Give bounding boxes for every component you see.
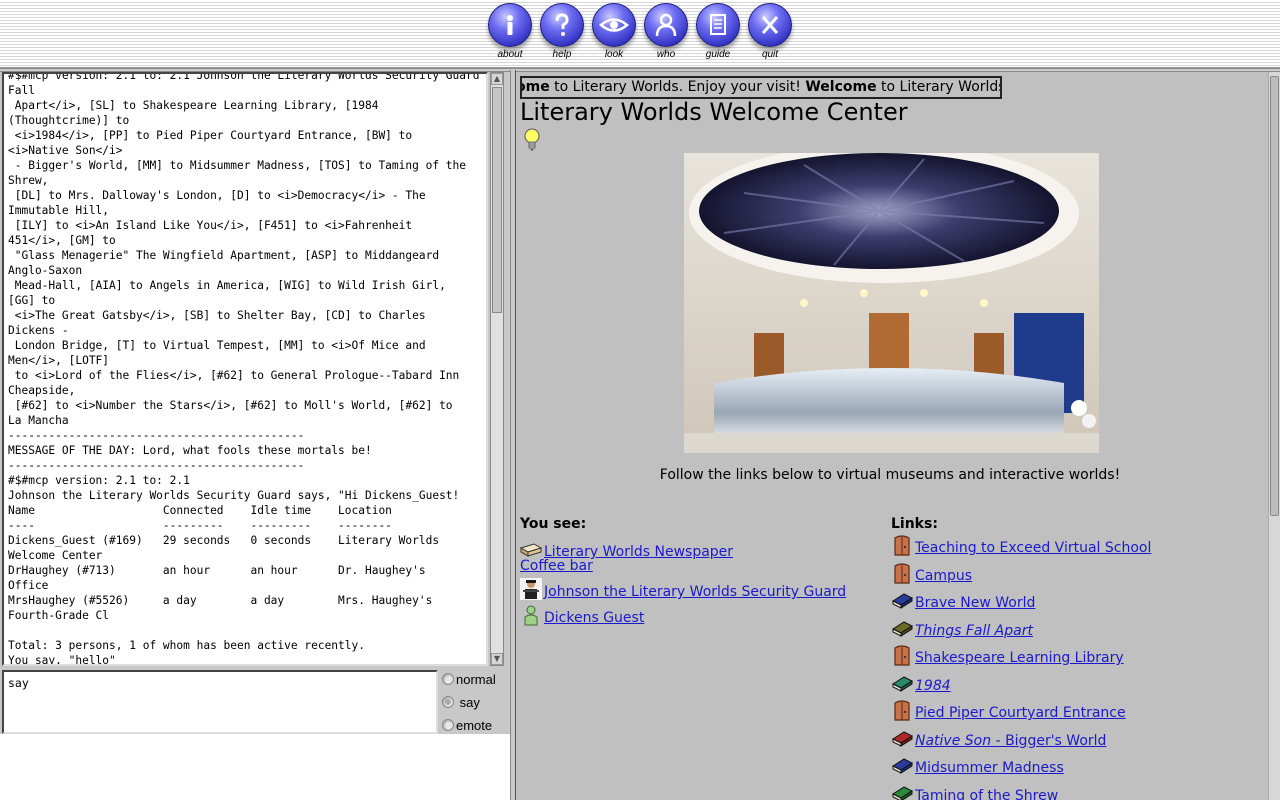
book-icon [891, 758, 913, 774]
ticker-part: to Literary Worlds. Enjoy your visit! [549, 79, 806, 95]
help-button[interactable]: help [538, 3, 586, 63]
about-label: about [497, 49, 523, 60]
welcome-ticker: ome to Literary Worlds. Enjoy your visit… [520, 76, 1002, 99]
toolbar: about help look who guide quit [0, 0, 1280, 68]
scroll-down-icon[interactable]: ▼ [491, 653, 503, 665]
link-things-fall-apart[interactable]: Things Fall Apart [891, 617, 1033, 639]
ticker-part: to Literary Worlds. E [881, 79, 1000, 95]
link-campus[interactable]: Campus [891, 562, 972, 584]
room-view-scrollbar[interactable] [1268, 72, 1280, 800]
link-shakespeare-library[interactable]: Shakespeare Learning Library [891, 644, 1124, 666]
look-label: look [604, 49, 624, 60]
mode-normal-label: normal [456, 671, 496, 687]
radio-icon [442, 673, 454, 685]
book-icon [891, 676, 913, 692]
link-pied-piper[interactable]: Pied Piper Courtyard Entrance [891, 699, 1126, 721]
guard-icon [520, 578, 542, 600]
you-see-item-newspaper[interactable]: Literary Worlds Newspaper [520, 538, 733, 560]
link-label[interactable]: Campus [915, 568, 972, 584]
guide-label: guide [705, 49, 731, 60]
you-see-item-coffee-bar[interactable]: Coffee bar [520, 558, 593, 574]
room-title: Literary Worlds Welcome Center [520, 98, 908, 126]
lightbulb-icon[interactable] [523, 128, 541, 156]
link-midsummer-madness[interactable]: Midsummer Madness [891, 754, 1064, 776]
link-label[interactable]: Teaching to Exceed Virtual School [915, 540, 1151, 556]
link-teaching-to-exceed[interactable]: Teaching to Exceed Virtual School [891, 534, 1151, 556]
you-see-link[interactable]: Coffee bar [520, 558, 593, 574]
door-icon [894, 563, 910, 584]
links-heading: Links: [891, 516, 938, 532]
you-see-item-guest[interactable]: Dickens Guest [520, 604, 644, 626]
about-button[interactable]: about [486, 3, 534, 63]
book-icon [891, 621, 913, 637]
terminal-pane: #$#mcp version: 2.1 to: 2.1 Johnson the … [0, 72, 510, 800]
guide-page-icon [696, 3, 740, 47]
ticker-part: Welcome [805, 79, 877, 95]
eye-icon [592, 3, 636, 47]
mode-say-radio[interactable]: say [442, 693, 480, 711]
links-caption: Follow the links below to virtual museum… [659, 467, 1121, 483]
room-view: ome to Literary Worlds. Enjoy your visit… [516, 72, 1280, 800]
help-label: help [552, 49, 572, 60]
link-label[interactable]: Midsummer Madness [915, 760, 1064, 776]
book-icon [891, 593, 913, 609]
mode-normal-radio[interactable]: normal [442, 670, 496, 688]
link-label[interactable]: Pied Piper Courtyard Entrance [915, 705, 1126, 721]
link-label[interactable]: Shakespeare Learning Library [915, 650, 1124, 666]
link-label[interactable]: Taming of the Shrew [915, 788, 1058, 800]
output-log[interactable]: #$#mcp version: 2.1 to: 2.1 Johnson the … [2, 72, 488, 666]
left-footer-blank [0, 734, 510, 800]
mode-say-label: say [459, 694, 480, 710]
link-native-son[interactable]: Native Son - Bigger's World [891, 727, 1106, 749]
you-see-link[interactable]: Johnson the Literary Worlds Security Gua… [544, 584, 846, 600]
quit-label: quit [761, 49, 779, 60]
you-see-item-guard[interactable]: Johnson the Literary Worlds Security Gua… [520, 578, 846, 600]
look-button[interactable]: look [590, 3, 638, 63]
scrollbar-thumb[interactable] [1270, 76, 1279, 516]
command-input[interactable]: say [2, 670, 438, 734]
input-mode-group: normal say emote [440, 670, 504, 736]
you-see-heading: You see: [520, 516, 587, 532]
scroll-up-icon[interactable]: ▲ [491, 73, 503, 85]
link-1984[interactable]: 1984 [891, 672, 951, 694]
who-button[interactable]: who [642, 3, 690, 63]
you-see-link[interactable]: Dickens Guest [544, 610, 644, 626]
output-log-scrollbar[interactable]: ▲ ▼ [490, 72, 504, 666]
info-icon [488, 3, 532, 47]
door-icon [894, 535, 910, 556]
guide-button[interactable]: guide [694, 3, 742, 63]
ticker-part: ome [522, 79, 550, 95]
command-input-text: say [8, 676, 29, 690]
link-label[interactable]: 1984 [915, 678, 951, 694]
close-icon [748, 3, 792, 47]
book-icon [891, 731, 913, 747]
guest-icon [524, 605, 538, 626]
link-taming-of-the-shrew[interactable]: Taming of the Shrew [891, 782, 1058, 800]
welcome-center-photo [684, 153, 1099, 453]
person-icon [644, 3, 688, 47]
output-log-text: #$#mcp version: 2.1 to: 2.1 Johnson the … [8, 72, 480, 666]
door-icon [894, 700, 910, 721]
link-label-italic: Native Son - [915, 733, 1006, 749]
link-label[interactable]: Native Son - Bigger's World [915, 733, 1106, 749]
radio-selected-icon [442, 696, 454, 708]
who-label: who [656, 49, 676, 60]
mode-emote-radio[interactable]: emote [442, 716, 492, 734]
link-label[interactable]: Brave New World [915, 595, 1035, 611]
mode-emote-label: emote [456, 717, 493, 733]
link-label-text: Bigger's World [1005, 733, 1107, 749]
link-brave-new-world[interactable]: Brave New World [891, 589, 1035, 611]
door-icon [894, 645, 910, 666]
scrollbar-thumb[interactable] [492, 87, 502, 313]
quit-button[interactable]: quit [746, 3, 794, 63]
newspaper-icon [520, 543, 542, 557]
book-icon [891, 786, 913, 800]
radio-icon [442, 719, 454, 731]
help-icon [540, 3, 584, 47]
link-label[interactable]: Things Fall Apart [915, 623, 1033, 639]
